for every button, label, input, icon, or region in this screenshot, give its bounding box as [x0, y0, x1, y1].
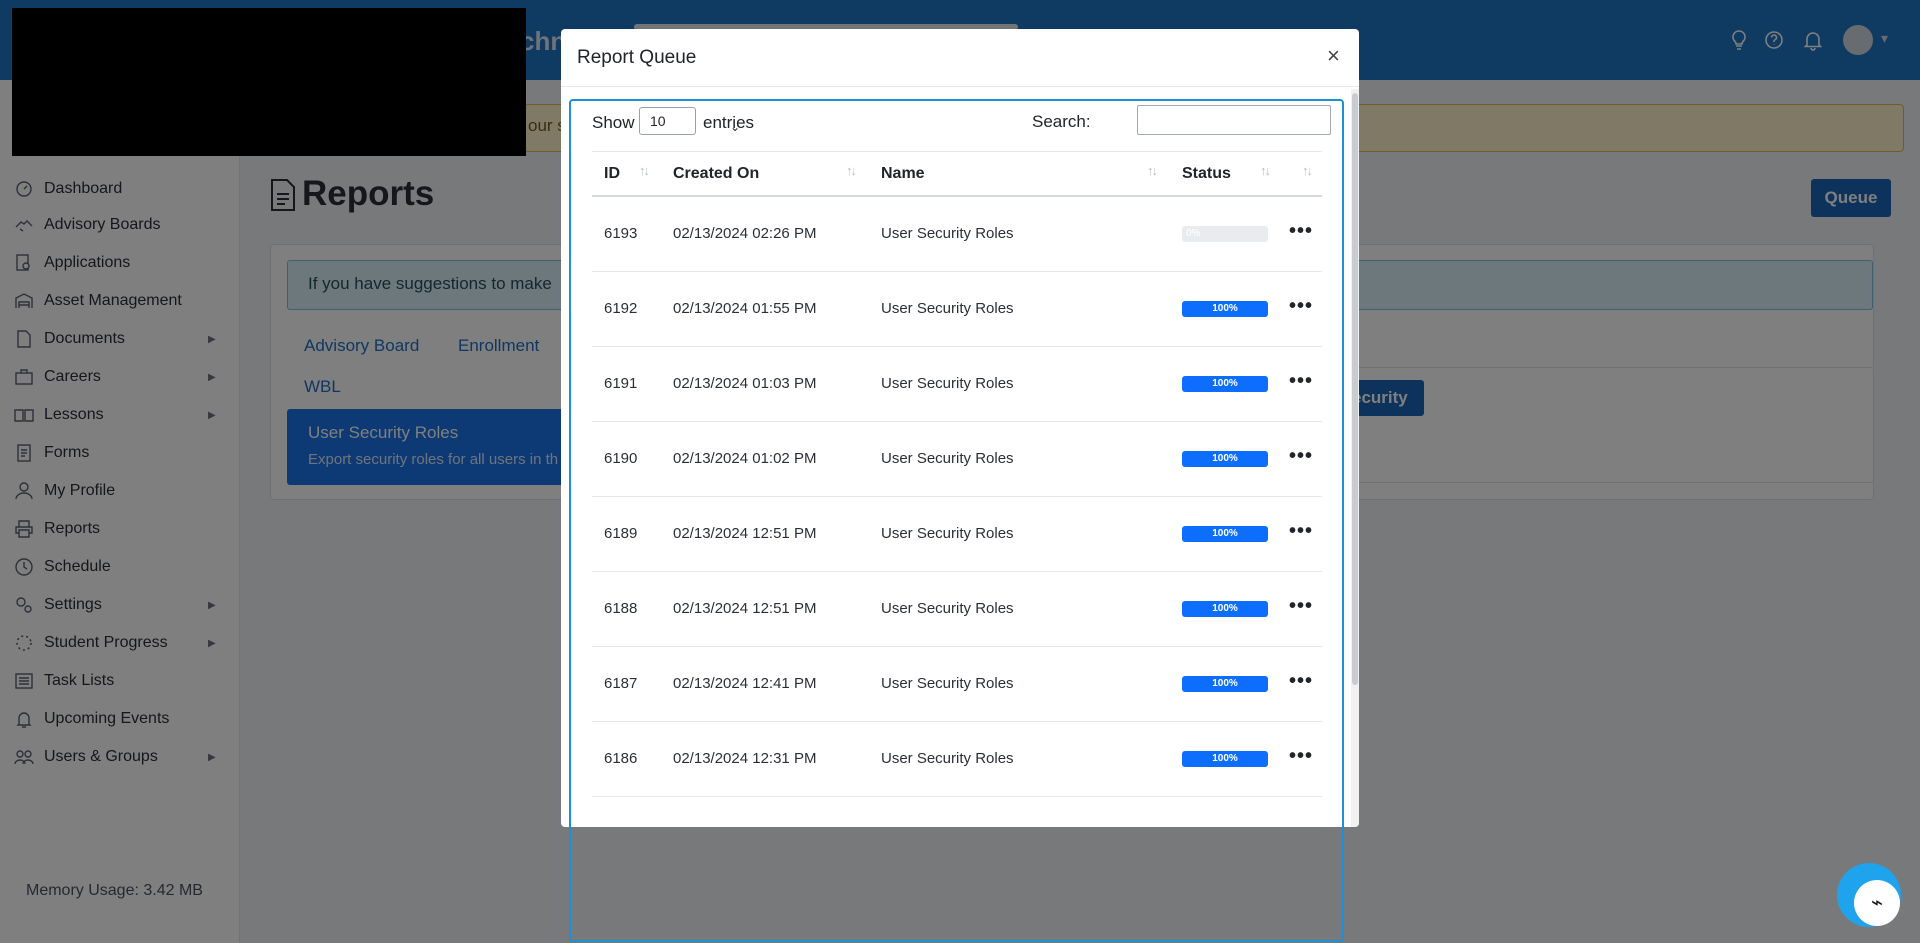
- cell-id: 6191: [604, 375, 638, 392]
- column-header-label: Created On: [673, 165, 760, 182]
- more-actions-icon[interactable]: •••: [1289, 745, 1313, 768]
- sort-icon[interactable]: ↑↓: [1302, 163, 1313, 178]
- cell-name: User Security Roles: [881, 375, 1014, 392]
- cell-created-on: 02/13/2024 12:51 PM: [673, 600, 817, 617]
- table-row: 6191 02/13/2024 01:03 PM User Security Rol…: [592, 347, 1322, 422]
- more-actions-icon[interactable]: •••: [1289, 295, 1313, 318]
- status-progress-bar: 100%: [1182, 451, 1268, 467]
- column-header-label: Status: [1182, 165, 1231, 182]
- entries-select-value: 10: [650, 113, 666, 129]
- sort-icon[interactable]: ↑↓: [846, 163, 857, 178]
- sort-icon[interactable]: ↑↓: [1147, 163, 1158, 178]
- entries-label: entries: [703, 113, 755, 132]
- table-row: 6190 02/13/2024 01:02 PM User Security Rol…: [592, 422, 1322, 497]
- cell-id: 6192: [604, 300, 638, 317]
- more-actions-icon[interactable]: •••: [1289, 670, 1313, 693]
- cell-created-on: 02/13/2024 12:51 PM: [673, 525, 817, 542]
- progress-fill: 100%: [1182, 301, 1268, 317]
- cell-id: 6187: [604, 675, 638, 692]
- entries-select[interactable]: 10 ⌄: [639, 107, 740, 135]
- cell-name: User Security Roles: [881, 450, 1014, 467]
- cell-id: 6189: [604, 525, 638, 542]
- progress-fill: 100%: [1182, 526, 1268, 542]
- search-input[interactable]: [1137, 105, 1331, 135]
- cell-id: 6186: [604, 750, 638, 767]
- more-actions-icon[interactable]: •••: [1289, 595, 1313, 618]
- cell-name: User Security Roles: [881, 600, 1014, 617]
- cell-name: User Security Roles: [881, 525, 1014, 542]
- status-progress-bar: 100%: [1182, 526, 1268, 542]
- cell-name: User Security Roles: [881, 750, 1014, 767]
- status-progress-bar: 100%: [1182, 376, 1268, 392]
- cell-name: User Security Roles: [881, 675, 1014, 692]
- report-queue-modal: Report Queue × Show 10 ⌄ entries Search: …: [561, 29, 1359, 827]
- cell-created-on: 02/13/2024 12:31 PM: [673, 750, 817, 767]
- close-icon[interactable]: ×: [1327, 43, 1340, 69]
- cell-id: 6188: [604, 600, 638, 617]
- cell-created-on: 02/13/2024 12:41 PM: [673, 675, 817, 692]
- table-row: 6188 02/13/2024 12:51 PM User Security Rol…: [592, 572, 1322, 647]
- sort-icon[interactable]: ↑↓: [639, 163, 650, 178]
- table-row: 6187 02/13/2024 12:41 PM User Security Rol…: [592, 647, 1322, 722]
- column-header-name[interactable]: Name: [881, 151, 925, 195]
- sort-icon[interactable]: ↑↓: [1260, 163, 1271, 178]
- modal-title: Report Queue: [577, 47, 697, 68]
- cell-created-on: 02/13/2024 02:26 PM: [673, 225, 817, 242]
- table-row: 6193 02/13/2024 02:26 PM User Security Rol…: [592, 197, 1322, 272]
- modal-scrollbar-thumb[interactable]: [1352, 93, 1358, 685]
- search-label: Search:: [1032, 112, 1091, 131]
- table-row: 6189 02/13/2024 12:51 PM User Security Rol…: [592, 497, 1322, 572]
- table-controls: Show 10 ⌄ entries Search:: [592, 105, 1331, 141]
- show-label: Show: [592, 113, 635, 132]
- more-actions-icon[interactable]: •••: [1289, 445, 1313, 468]
- cell-name: User Security Roles: [881, 300, 1014, 317]
- status-progress-bar: 100%: [1182, 676, 1268, 692]
- progress-fill: 100%: [1182, 751, 1268, 767]
- status-progress-bar: 0%: [1182, 226, 1268, 242]
- column-header-label: Name: [881, 165, 925, 182]
- column-header-status[interactable]: Status: [1182, 151, 1231, 195]
- table-row: 6186 02/13/2024 12:31 PM User Security Rol…: [592, 722, 1322, 797]
- table-row: 6192 02/13/2024 01:55 PM User Security Rol…: [592, 272, 1322, 347]
- chat-launcher-icon[interactable]: ⌁: [1854, 880, 1900, 926]
- column-header-label: ID: [604, 165, 620, 182]
- cell-id: 6190: [604, 450, 638, 467]
- column-header-created-on[interactable]: Created On: [673, 151, 759, 195]
- column-header-id[interactable]: ID: [604, 151, 620, 195]
- modal-header: Report Queue ×: [561, 29, 1359, 87]
- cell-created-on: 02/13/2024 01:03 PM: [673, 375, 817, 392]
- progress-fill: 100%: [1182, 676, 1268, 692]
- cell-created-on: 02/13/2024 01:02 PM: [673, 450, 817, 467]
- progress-fill: 100%: [1182, 601, 1268, 617]
- cell-name: User Security Roles: [881, 225, 1014, 242]
- status-progress-bar: 100%: [1182, 751, 1268, 767]
- more-actions-icon[interactable]: •••: [1289, 370, 1313, 393]
- progress-fill: 100%: [1182, 451, 1268, 467]
- more-actions-icon[interactable]: •••: [1289, 220, 1313, 243]
- more-actions-icon[interactable]: •••: [1289, 520, 1313, 543]
- progress-fill: 100%: [1182, 376, 1268, 392]
- cell-created-on: 02/13/2024 01:55 PM: [673, 300, 817, 317]
- status-progress-bar: 100%: [1182, 301, 1268, 317]
- status-progress-bar: 100%: [1182, 601, 1268, 617]
- cell-id: 6193: [604, 225, 638, 242]
- progress-label: 0%: [1186, 228, 1201, 239]
